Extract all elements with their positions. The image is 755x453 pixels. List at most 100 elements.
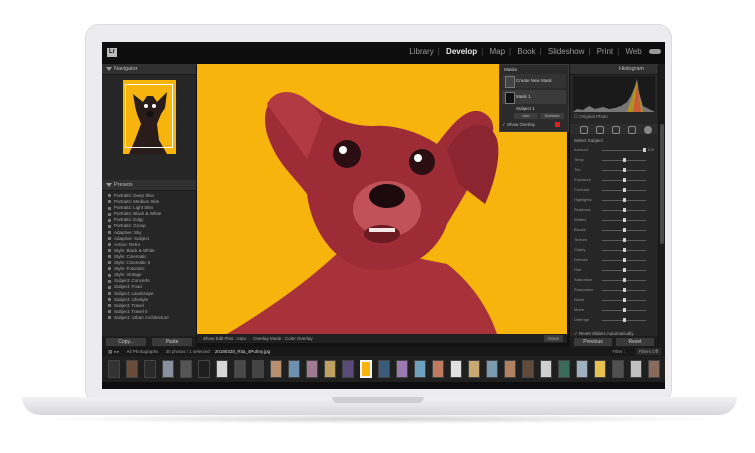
- filmstrip-thumbnail[interactable]: [198, 360, 210, 378]
- filmstrip-thumbnail[interactable]: [414, 360, 426, 378]
- subject-1-row[interactable]: Subject 1: [502, 104, 566, 112]
- slider-knob[interactable]: [622, 268, 626, 272]
- presets-header[interactable]: Presets: [102, 180, 196, 191]
- tool-strip: [570, 124, 658, 134]
- histogram-header[interactable]: Histogram: [570, 64, 658, 75]
- slider-knob[interactable]: [643, 148, 646, 152]
- filmstrip-thumbnail[interactable]: [522, 360, 534, 378]
- filmstrip-thumbnail[interactable]: [162, 360, 174, 378]
- module-slideshow[interactable]: Slideshow: [546, 47, 586, 56]
- create-new-mask-label: Create New Mask: [516, 78, 552, 83]
- filmstrip-thumbnail[interactable]: [360, 360, 372, 378]
- show-overlay-row[interactable]: ✓ Show Overlay: [502, 121, 566, 129]
- mask-tool-icon[interactable]: [628, 126, 636, 134]
- masks-title: Masks: [504, 67, 518, 72]
- settings-tool-icon[interactable]: [644, 126, 652, 134]
- filmstrip-thumbnail[interactable]: [396, 360, 408, 378]
- slider-track[interactable]: [602, 150, 646, 151]
- create-new-mask-row[interactable]: Create New Mask: [502, 74, 566, 88]
- module-print[interactable]: Print: [595, 47, 615, 56]
- slider-knob[interactable]: [622, 278, 626, 282]
- slider-knob[interactable]: [622, 218, 626, 222]
- slider-knob[interactable]: [622, 158, 626, 162]
- filmstrip-thumbnail[interactable]: [216, 360, 228, 378]
- filmstrip-thumbnail[interactable]: [486, 360, 498, 378]
- filmstrip-thumbnail[interactable]: [108, 360, 120, 378]
- histogram: [573, 76, 655, 112]
- filmstrip-thumbnail[interactable]: [558, 360, 570, 378]
- module-web[interactable]: Web: [623, 47, 643, 56]
- mask-1-row[interactable]: Mask 1: [502, 90, 566, 104]
- navigator-header[interactable]: Navigator: [102, 64, 196, 75]
- filmstrip-thumbnail[interactable]: [306, 360, 318, 378]
- module-develop[interactable]: Develop: [444, 47, 479, 56]
- slider-knob[interactable]: [622, 288, 626, 292]
- filmstrip-thumbnail[interactable]: [450, 360, 462, 378]
- slider-knob[interactable]: [622, 298, 626, 302]
- slider-label: Contrast: [574, 187, 590, 192]
- slider-knob[interactable]: [622, 168, 626, 172]
- filmstrip-thumbnail[interactable]: [288, 360, 300, 378]
- filmstrip-thumbnail[interactable]: [126, 360, 138, 378]
- filmstrip-thumbnail[interactable]: [576, 360, 588, 378]
- slider-knob[interactable]: [622, 258, 626, 262]
- filmstrip-thumbnail[interactable]: [540, 360, 552, 378]
- slider-knob[interactable]: [622, 208, 626, 212]
- slider-knob[interactable]: [622, 198, 626, 202]
- subtract-mask-button[interactable]: Subtract: [540, 113, 564, 119]
- filmstrip-thumbnail[interactable]: [378, 360, 390, 378]
- copy-button[interactable]: Copy...: [106, 338, 146, 346]
- original-photo-label[interactable]: ☐ Original Photo: [574, 114, 608, 120]
- slider-row: Blacks: [574, 227, 654, 233]
- reset-button[interactable]: Reset: [616, 338, 654, 346]
- left-button-bar: Copy... Paste: [102, 336, 196, 347]
- slider-knob[interactable]: [622, 248, 626, 252]
- filmstrip-thumbnail[interactable]: [234, 360, 246, 378]
- navigator-zoom-box[interactable]: [125, 84, 173, 148]
- heal-tool-icon[interactable]: [596, 126, 604, 134]
- laptop-base: [22, 397, 737, 415]
- redeye-tool-icon[interactable]: [612, 126, 620, 134]
- navigator-preview[interactable]: [123, 80, 176, 154]
- slider-knob[interactable]: [622, 308, 626, 312]
- slider-knob[interactable]: [622, 188, 626, 192]
- filmstrip-thumbnail[interactable]: [468, 360, 480, 378]
- add-mask-button[interactable]: Add: [514, 113, 538, 119]
- filmstrip-thumbnail[interactable]: [324, 360, 336, 378]
- scrollbar-thumb[interactable]: [660, 124, 664, 244]
- filmstrip-thumbnail[interactable]: [594, 360, 606, 378]
- slider-label: Whites: [574, 217, 587, 222]
- module-library[interactable]: Library: [407, 47, 435, 56]
- show-edit-pins[interactable]: Show Edit Pins : Auto: [203, 336, 246, 341]
- preset-item[interactable]: Subject: Urban Architecture: [108, 315, 196, 321]
- filmstrip-thumbnail[interactable]: [432, 360, 444, 378]
- filmstrip-thumbnail[interactable]: [612, 360, 624, 378]
- slider-knob[interactable]: [622, 228, 626, 232]
- slider-knob[interactable]: [622, 178, 626, 182]
- grid-view-icon[interactable]: ▦ ◂ ▸: [108, 349, 119, 354]
- slider-knob[interactable]: [622, 318, 626, 322]
- module-map[interactable]: Map: [487, 47, 507, 56]
- filter-dropdown[interactable]: Filters Off: [635, 348, 661, 355]
- slider-knob[interactable]: [622, 238, 626, 242]
- filmstrip-thumbnail[interactable]: [180, 360, 192, 378]
- filmstrip-thumbnail[interactable]: [648, 360, 660, 378]
- filmstrip-thumbnail[interactable]: [504, 360, 516, 378]
- overlay-mode[interactable]: Overlay Mode : Color Overlay: [253, 336, 312, 341]
- module-book[interactable]: Book: [515, 47, 537, 56]
- done-button[interactable]: Done: [544, 335, 563, 342]
- cloud-icon[interactable]: [649, 49, 661, 55]
- slider-label: Hue: [574, 267, 582, 272]
- paste-button[interactable]: Paste: [152, 338, 192, 346]
- filmstrip-thumbnail[interactable]: [270, 360, 282, 378]
- source-label[interactable]: All Photographs: [127, 349, 159, 354]
- filmstrip-thumbnail[interactable]: [630, 360, 642, 378]
- previous-button[interactable]: Previous: [574, 338, 612, 346]
- filmstrip-thumbnail[interactable]: [252, 360, 264, 378]
- mask-thumbnail-icon: [505, 92, 515, 104]
- filmstrip-thumbnail[interactable]: [144, 360, 156, 378]
- crop-tool-icon[interactable]: [580, 126, 588, 134]
- filmstrip-thumbnail[interactable]: [342, 360, 354, 378]
- overlay-color-swatch[interactable]: [555, 122, 560, 127]
- right-panel-scrollbar[interactable]: [659, 64, 665, 347]
